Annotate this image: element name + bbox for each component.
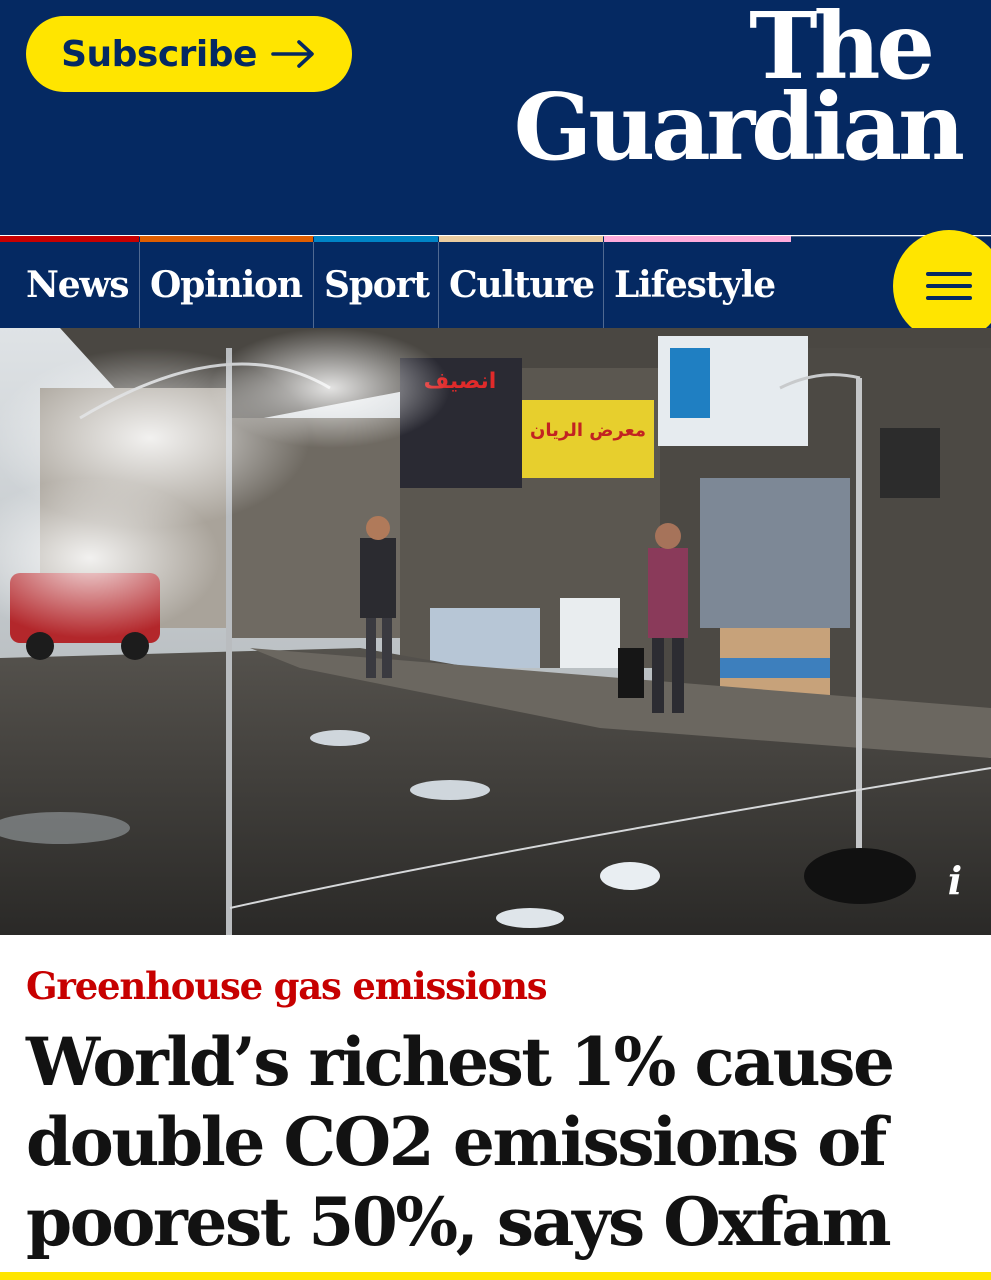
hero-image[interactable]: انصيف معرض الريان i <box>0 328 991 935</box>
svg-text:معرض الريان: معرض الريان <box>530 420 646 441</box>
nav-item-culture[interactable]: Culture <box>439 242 604 328</box>
nav-item-lifestyle[interactable]: Lifestyle <box>604 242 791 328</box>
guardian-logo[interactable]: The Guardian <box>513 0 965 181</box>
bottom-rule <box>0 1272 991 1280</box>
subscribe-button[interactable]: Subscribe <box>26 16 352 92</box>
nav-item-opinion[interactable]: Opinion <box>140 242 314 328</box>
subscribe-label: Subscribe <box>61 33 257 75</box>
nav-bar: News Opinion Sport Culture Lifestyle <box>0 230 991 342</box>
arrow-right-icon <box>271 39 317 69</box>
pillar-nav: News Opinion Sport Culture Lifestyle <box>0 242 791 328</box>
menu-button[interactable] <box>893 230 991 342</box>
nav-item-news[interactable]: News <box>0 242 140 328</box>
market-street-photo: انصيف معرض الريان <box>0 328 991 935</box>
masthead: Subscribe The Guardian <box>0 0 991 235</box>
hamburger-icon <box>926 264 972 308</box>
nav-item-sport[interactable]: Sport <box>314 242 439 328</box>
logo-line-guardian: Guardian <box>513 72 965 181</box>
article-kicker[interactable]: Greenhouse gas emissions <box>26 964 548 1008</box>
image-info-button[interactable]: i <box>941 861 969 901</box>
article-headline: World’s richest 1% cause double CO2 emis… <box>26 1023 895 1261</box>
